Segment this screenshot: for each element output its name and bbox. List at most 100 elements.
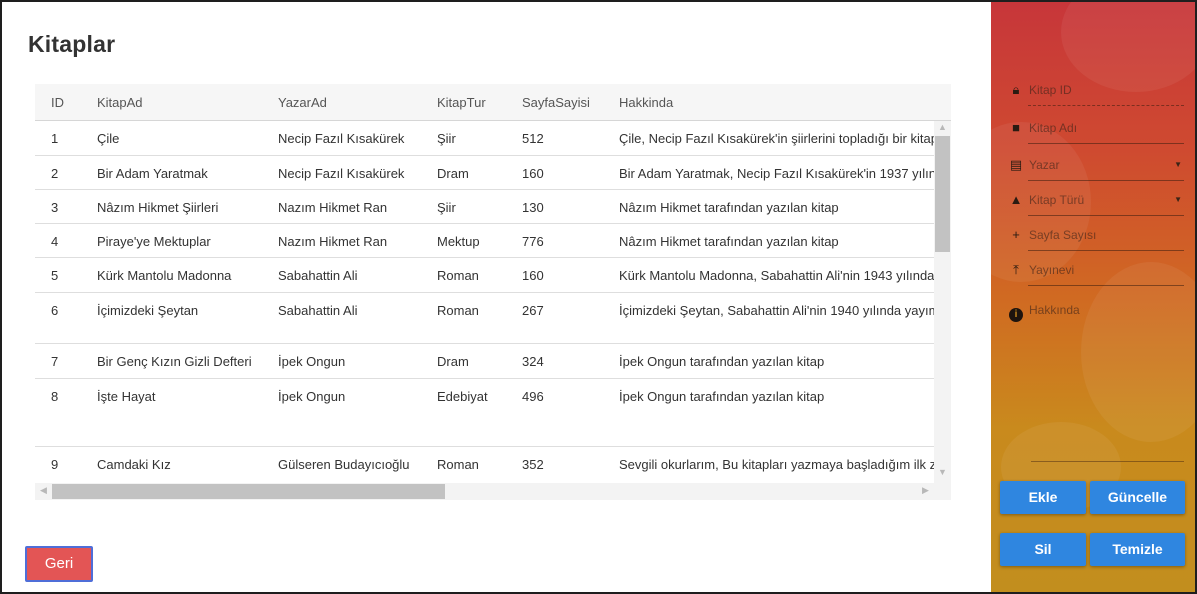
kitap-adi-field[interactable]: ■ Kitap Adı xyxy=(1009,118,1184,144)
cell-id: 5 xyxy=(51,268,59,283)
scroll-down-icon[interactable]: ▼ xyxy=(934,467,951,477)
cell-id: 9 xyxy=(51,457,59,472)
cell-kitapad: Çile xyxy=(97,131,120,146)
table-row[interactable]: 8 İşte Hayat İpek Ongun Edebiyat 496 İpe… xyxy=(35,379,934,447)
yazar-placeholder: Yazar xyxy=(1029,158,1060,172)
cell-sayfasayisi: 352 xyxy=(522,457,544,472)
lock-icon: 🔒︎ xyxy=(1012,82,1020,97)
hakkinda-field[interactable]: i Hakkında xyxy=(1009,300,1184,322)
chevron-down-icon[interactable]: ▼ xyxy=(1174,195,1182,204)
kitap-adi-placeholder: Kitap Adı xyxy=(1029,121,1078,135)
cell-hakkinda: Nâzım Hikmet tarafından yazılan kitap xyxy=(619,234,839,249)
cell-kitapad: Bir Genç Kızın Gizli Defteri xyxy=(97,354,252,369)
cell-hakkinda: İçimizdeki Şeytan, Sabahattin Ali'nin 19… xyxy=(619,303,934,318)
cell-sayfasayisi: 160 xyxy=(522,166,544,181)
cell-kitaptur: Edebiyat xyxy=(437,389,488,404)
cell-sayfasayisi: 324 xyxy=(522,354,544,369)
sil-button[interactable]: Sil xyxy=(1000,533,1086,566)
table-row[interactable]: 9 Camdaki Kız Gülseren Budayıcıoğlu Roma… xyxy=(35,447,934,480)
ekle-button[interactable]: Ekle xyxy=(1000,481,1086,514)
cell-yazarad: Necip Fazıl Kısakürek xyxy=(278,131,405,146)
cell-kitaptur: Roman xyxy=(437,303,479,318)
guncelle-button[interactable]: Güncelle xyxy=(1090,481,1185,514)
kitap-turu-placeholder: Kitap Türü xyxy=(1029,193,1085,207)
back-button[interactable]: Geri xyxy=(25,546,93,582)
cell-hakkinda: Çile, Necip Fazıl Kısakürek'in şiirlerin… xyxy=(619,131,934,146)
books-table[interactable]: ID KitapAd YazarAd KitapTur SayfaSayisi … xyxy=(35,84,951,500)
cell-sayfasayisi: 496 xyxy=(522,389,544,404)
cell-kitapad: Nâzım Hikmet Şiirleri xyxy=(97,200,219,215)
scroll-right-icon[interactable]: ▶ xyxy=(917,485,934,496)
cell-sayfasayisi: 160 xyxy=(522,268,544,283)
cell-id: 6 xyxy=(51,303,59,318)
vertical-scroll-thumb[interactable] xyxy=(935,136,950,252)
cell-kitapad: Kürk Mantolu Madonna xyxy=(97,268,232,283)
table-row[interactable]: 1 Çile Necip Fazıl Kısakürek Şiir 512 Çi… xyxy=(35,121,934,156)
column-header-sayfasayisi[interactable]: SayfaSayisi xyxy=(522,95,590,110)
table-row[interactable]: 5 Kürk Mantolu Madonna Sabahattin Ali Ro… xyxy=(35,258,934,293)
cell-hakkinda: İpek Ongun tarafından yazılan kitap xyxy=(619,354,825,369)
sayfa-sayisi-field[interactable]: + Sayfa Sayısı xyxy=(1009,225,1184,251)
page-title: Kitaplar xyxy=(28,31,116,57)
cell-id: 3 xyxy=(51,200,59,215)
cell-id: 1 xyxy=(51,131,59,146)
cell-kitaptur: Roman xyxy=(437,268,479,283)
column-header-kitaptur[interactable]: KitapTur xyxy=(437,95,486,110)
cell-id: 7 xyxy=(51,354,59,369)
cell-hakkinda: Bir Adam Yaratmak, Necip Fazıl Kısakürek… xyxy=(619,166,934,181)
kitap-id-field[interactable]: 🔒︎ Kitap ID xyxy=(1009,80,1184,106)
cell-hakkinda: Sevgili okurlarım, Bu kitapları yazmaya … xyxy=(619,457,934,472)
horizontal-scroll-thumb[interactable] xyxy=(52,484,445,499)
upload-icon: ⤒ xyxy=(1013,262,1019,277)
yazar-select[interactable]: ▤ Yazar ▼ xyxy=(1009,155,1184,181)
cell-yazarad: Sabahattin Ali xyxy=(278,303,358,318)
yayinevi-placeholder: Yayınevi xyxy=(1029,263,1075,277)
cell-kitaptur: Şiir xyxy=(437,200,456,215)
app-window: n Kitaplar ID KitapAd YazarAd KitapTur S… xyxy=(0,0,1197,594)
cell-kitapad: Camdaki Kız xyxy=(97,457,171,472)
cell-yazarad: İpek Ongun xyxy=(278,354,346,369)
column-header-hakkinda[interactable]: Hakkinda xyxy=(619,95,673,110)
book-icon: ■ xyxy=(1012,120,1020,135)
cell-kitaptur: Mektup xyxy=(437,234,480,249)
cell-yazarad: Gülseren Budayıcıoğlu xyxy=(278,457,410,472)
table-row[interactable]: 2 Bir Adam Yaratmak Necip Fazıl Kısaküre… xyxy=(35,156,934,190)
info-icon: i xyxy=(1009,308,1023,322)
scroll-left-icon[interactable]: ◀ xyxy=(35,485,52,496)
horizontal-scrollbar[interactable]: ◀ ▶ xyxy=(35,483,951,500)
cell-yazarad: Nazım Hikmet Ran xyxy=(278,200,388,215)
table-row[interactable]: 6 İçimizdeki Şeytan Sabahattin Ali Roman… xyxy=(35,293,934,344)
vertical-scrollbar[interactable]: ▲ ▼ xyxy=(934,121,951,483)
table-row[interactable]: 3 Nâzım Hikmet Şiirleri Nazım Hikmet Ran… xyxy=(35,190,934,224)
temizle-button[interactable]: Temizle xyxy=(1090,533,1185,566)
column-header-yazarad[interactable]: YazarAd xyxy=(278,95,327,110)
cell-kitaptur: Şiir xyxy=(437,131,456,146)
cell-kitapad: İşte Hayat xyxy=(97,389,156,404)
cell-kitapad: Bir Adam Yaratmak xyxy=(97,166,208,181)
cell-sayfasayisi: 512 xyxy=(522,131,544,146)
cell-yazarad: İpek Ongun xyxy=(278,389,346,404)
cell-sayfasayisi: 776 xyxy=(522,234,544,249)
cell-kitapad: Piraye'ye Mektuplar xyxy=(97,234,211,249)
main-panel: Kitaplar ID KitapAd YazarAd KitapTur Say… xyxy=(2,2,991,592)
cell-kitaptur: Dram xyxy=(437,166,469,181)
cell-sayfasayisi: 267 xyxy=(522,303,544,318)
cell-sayfasayisi: 130 xyxy=(522,200,544,215)
cell-id: 4 xyxy=(51,234,59,249)
kitap-turu-select[interactable]: ▲ Kitap Türü ▼ xyxy=(1009,190,1184,216)
form-panel: 🔒︎ Kitap ID ■ Kitap Adı ▤ Yazar ▼ ▲ Kita… xyxy=(991,2,1195,592)
plus-icon: + xyxy=(1012,227,1020,242)
column-header-id[interactable]: ID xyxy=(51,95,64,110)
cell-id: 8 xyxy=(51,389,59,404)
cell-id: 2 xyxy=(51,166,59,181)
hakkinda-textarea[interactable] xyxy=(1031,322,1184,462)
table-row[interactable]: 4 Piraye'ye Mektuplar Nazım Hikmet Ran M… xyxy=(35,224,934,258)
table-body: 1 Çile Necip Fazıl Kısakürek Şiir 512 Çi… xyxy=(35,121,934,480)
yayinevi-field[interactable]: ⤒ Yayınevi xyxy=(1009,260,1184,286)
column-header-kitapad[interactable]: KitapAd xyxy=(97,95,143,110)
scroll-up-icon[interactable]: ▲ xyxy=(934,122,951,132)
chevron-down-icon[interactable]: ▼ xyxy=(1174,160,1182,169)
table-row[interactable]: 7 Bir Genç Kızın Gizli Defteri İpek Ongu… xyxy=(35,344,934,379)
cell-hakkinda: Nâzım Hikmet tarafından yazılan kitap xyxy=(619,200,839,215)
cell-kitaptur: Roman xyxy=(437,457,479,472)
